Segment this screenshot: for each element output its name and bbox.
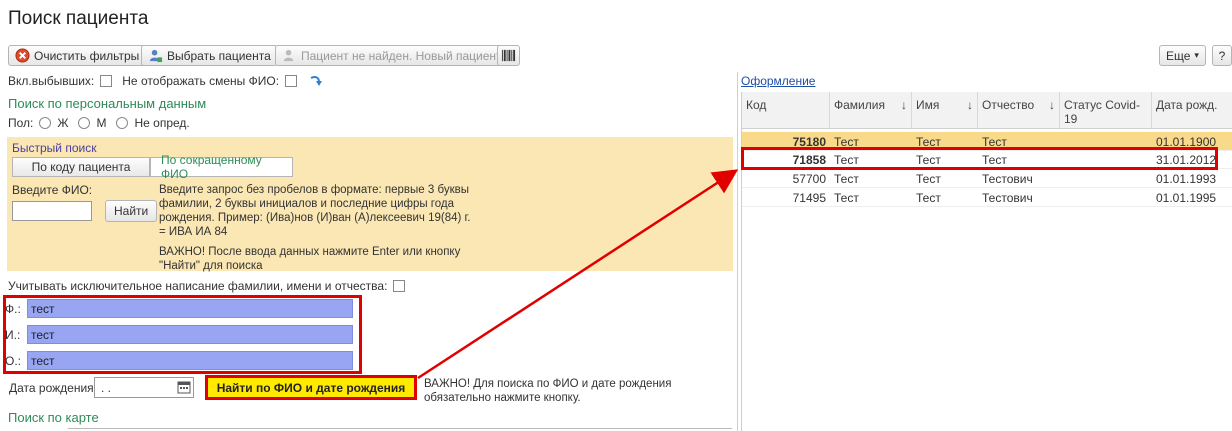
sort-arrow-icon: ↓ [967, 98, 973, 112]
col-code[interactable]: Код [742, 92, 830, 129]
name-label: И.: [5, 327, 21, 342]
calendar-icon[interactable] [177, 380, 191, 394]
name-input[interactable]: тест [27, 325, 353, 344]
cell-patronymic: Тестович [982, 190, 1033, 205]
dob-input[interactable]: . . [94, 377, 194, 398]
clear-filters-button[interactable]: Очистить фильтры [8, 45, 147, 66]
col-covid[interactable]: Статус Covid-19 [1060, 92, 1152, 129]
gender-row: Пол: Ж М Не опред. [8, 116, 190, 130]
name-row: И.: тест [5, 325, 353, 344]
col-name-label: Имя [916, 98, 940, 112]
gender-option-undefined: Не опред. [134, 116, 190, 130]
refresh-arrow-icon[interactable] [309, 74, 323, 88]
page-title: Поиск пациента [8, 8, 149, 29]
table-row[interactable]: 57700 Тест Тест Тестович 01.01.1993 [742, 169, 1232, 188]
quick-search-label: Быстрый поиск [12, 141, 97, 155]
quick-search-hint: Введите запрос без пробелов в формате: п… [159, 183, 479, 273]
hint-format: Введите запрос без пробелов в формате: п… [159, 184, 471, 238]
col-dob-label: Дата рожд. [1156, 98, 1218, 112]
col-patronymic[interactable]: Отчество ↓ [978, 92, 1060, 129]
card-search-heading: Поиск по карте [8, 410, 99, 425]
col-dob[interactable]: Дата рожд. [1152, 92, 1232, 129]
grid-header: Код Фамилия ↓ Имя ↓ Отчество ↓ Статус Covid… [742, 92, 1232, 129]
new-patient-label: Пациент не найден. Новый пациент [301, 48, 502, 63]
selected-row-highlight [741, 147, 1218, 170]
surname-input[interactable]: тест [27, 299, 353, 318]
help-icon: ? [1218, 48, 1226, 63]
help-button[interactable]: ? [1212, 45, 1232, 66]
patient-icon [149, 49, 163, 63]
gender-radio-m[interactable] [78, 117, 91, 129]
hide-fio-changes-label: Не отображать смены ФИО: [122, 74, 280, 88]
surname-label: Ф.: [5, 301, 21, 316]
col-code-label: Код [746, 98, 767, 112]
fio-input[interactable] [12, 201, 92, 221]
cell-dob: 01.01.1993 [1156, 171, 1217, 186]
patronymic-label: О.: [5, 353, 22, 368]
exact-spelling-checkbox[interactable] [393, 280, 406, 292]
cell-covid [1060, 188, 1152, 207]
new-patient-icon [283, 49, 294, 62]
barcode-icon [501, 49, 516, 62]
gender-radio-undefined[interactable] [116, 117, 129, 129]
design-link[interactable]: Оформление [741, 74, 815, 88]
options-row: Вкл.выбывших: Не отображать смены ФИО: [8, 74, 323, 88]
gender-radio-f[interactable] [39, 117, 52, 129]
exact-spelling-label: Учитывать исключительное написание фамил… [8, 279, 388, 293]
panel-divider[interactable] [737, 72, 738, 431]
cell-surname: Тест [834, 190, 859, 205]
select-patient-label: Выбрать пациента [167, 48, 271, 63]
gender-option-f: Ж [57, 116, 69, 130]
tab-by-code[interactable]: По коду пациента [12, 157, 150, 177]
col-surname-label: Фамилия [834, 98, 885, 112]
find-label: Найти [114, 204, 149, 218]
tab-by-short-fio[interactable]: По сокращенному ФИО [150, 153, 293, 181]
chevron-down-icon: ▾ [1194, 50, 1199, 60]
cell-code: 57700 [792, 171, 826, 186]
include-deceased-label: Вкл.выбывших: [8, 74, 95, 88]
search-by-fio-dob-button[interactable]: Найти по ФИО и дате рождения [205, 375, 417, 400]
new-patient-button[interactable]: Пациент не найден. Новый пациент [275, 45, 509, 66]
quick-search-panel: Быстрый поиск По коду пациента По сокращ… [7, 137, 733, 273]
fio-label: Введите ФИО: [12, 183, 93, 197]
dob-label: Дата рождения: [9, 381, 97, 395]
exact-spelling-row: Учитывать исключительное написание фамил… [8, 279, 406, 293]
hide-fio-changes-checkbox[interactable] [285, 75, 298, 87]
clear-filter-icon [15, 48, 30, 63]
cell-patronymic: Тестович [982, 171, 1033, 186]
cell-code: 71495 [792, 190, 826, 205]
cell-covid [1060, 169, 1152, 188]
col-covid-label: Статус Covid-19 [1064, 98, 1140, 126]
cell-name: Тест [916, 190, 941, 205]
barcode-button[interactable] [497, 45, 520, 66]
col-patronymic-label: Отчество [982, 98, 1035, 112]
sort-arrow-icon: ↓ [1049, 98, 1055, 112]
surname-row: Ф.: тест [5, 299, 353, 318]
select-patient-button[interactable]: Выбрать пациента [141, 45, 278, 66]
col-surname[interactable]: Фамилия ↓ [830, 92, 912, 129]
dob-value: . . [101, 380, 112, 395]
hint-important: ВАЖНО! После ввода данных нажмите Enter … [159, 246, 461, 272]
find-button[interactable]: Найти [105, 200, 158, 222]
personal-heading: Поиск по персональным данным [8, 96, 207, 111]
more-label: Еще [1166, 48, 1191, 63]
search-warning: ВАЖНО! Для поиска по ФИО и дате рождения… [424, 378, 672, 404]
gender-option-m: М [96, 116, 107, 130]
sort-arrow-icon: ↓ [901, 98, 907, 112]
gender-label: Пол: [8, 116, 34, 130]
col-name[interactable]: Имя ↓ [912, 92, 978, 129]
cell-name: Тест [916, 171, 941, 186]
patronymic-row: О.: тест [5, 351, 353, 370]
patient-grid: Код Фамилия ↓ Имя ↓ Отчество ↓ Статус Covid… [741, 92, 1232, 431]
include-deceased-checkbox[interactable] [100, 75, 113, 87]
clear-filters-label: Очистить фильтры [34, 48, 140, 63]
cell-dob: 01.01.1995 [1156, 190, 1217, 205]
table-row[interactable]: 71495 Тест Тест Тестович 01.01.1995 [742, 188, 1232, 207]
more-button[interactable]: Еще ▾ [1159, 45, 1206, 66]
cell-surname: Тест [834, 171, 859, 186]
quick-search-tabs: По коду пациента По сокращенному ФИО [12, 153, 293, 181]
patronymic-input[interactable]: тест [27, 351, 353, 370]
